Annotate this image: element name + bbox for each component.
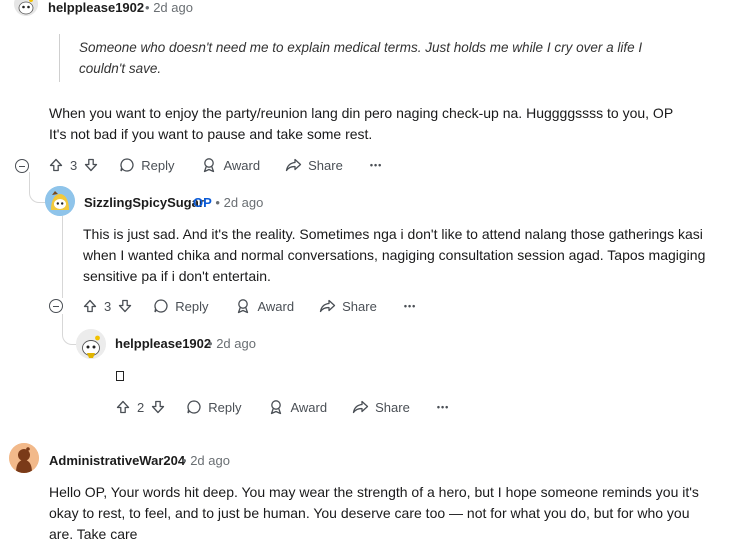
thread-elbow-reply-1: [29, 172, 46, 203]
comment-meta: • 2d ago: [182, 453, 230, 468]
comment-author[interactable]: helpplease1902: [115, 336, 211, 351]
share-button[interactable]: Share: [285, 157, 343, 173]
reply-button[interactable]: Reply: [186, 399, 241, 415]
avatar[interactable]: [9, 443, 39, 473]
more-options-button[interactable]: •••: [437, 402, 449, 412]
comment-author[interactable]: SizzlingSpicySugar: [84, 195, 204, 210]
collapse-thread-button[interactable]: [49, 299, 63, 313]
reply-button[interactable]: Reply: [119, 157, 174, 173]
downvote-icon: [152, 400, 165, 414]
share-label: Share: [342, 298, 377, 314]
thread-line-reply-1: [62, 216, 63, 298]
avatar[interactable]: [45, 186, 75, 216]
award-label: Award: [257, 298, 295, 314]
comment-line: are. Take care: [49, 526, 138, 542]
share-icon: [352, 400, 369, 414]
comment-line: When you want to enjoy the party/reunion…: [49, 105, 674, 121]
award-label: Award: [223, 157, 261, 173]
more-options-button[interactable]: •••: [404, 301, 416, 311]
separator-dot: •: [182, 453, 187, 468]
downvote-button[interactable]: [151, 400, 165, 414]
separator-dot: •: [215, 195, 220, 210]
comment-timestamp[interactable]: 2d ago: [153, 0, 193, 15]
upvote-icon: [49, 158, 63, 172]
share-button[interactable]: Share: [352, 399, 410, 415]
avatar[interactable]: [76, 329, 106, 359]
comment-line: sensitive pa if i don't entertain.: [83, 268, 271, 284]
vote-count: 3: [104, 298, 112, 314]
upvote-button[interactable]: [49, 158, 63, 172]
vote-count: 3: [70, 157, 78, 173]
comment-actions: 2 Reply Award Share •••: [116, 395, 449, 419]
collapse-thread-button[interactable]: [15, 159, 29, 173]
unsupported-emoji-glyph: [116, 371, 124, 381]
snoo-avatar-icon: [45, 186, 75, 216]
award-icon: [204, 158, 215, 173]
reply-label: Reply: [175, 298, 209, 314]
upvote-icon: [83, 299, 97, 313]
comment-line: okay to rest, to feel, and to just be hu…: [49, 505, 690, 521]
reply-bubble-icon: [154, 299, 168, 313]
upvote-button[interactable]: [116, 400, 130, 414]
share-icon: [285, 158, 302, 172]
award-label: Award: [290, 399, 328, 415]
comment-timestamp[interactable]: 2d ago: [216, 336, 256, 351]
comment-line: This is just sad. And it's the reality. …: [83, 226, 703, 242]
downvote-button[interactable]: [118, 299, 132, 313]
award-icon: [271, 400, 282, 415]
upvote-button[interactable]: [83, 299, 97, 313]
comment-actions: 3 Reply Award Share •••: [83, 294, 416, 318]
avatar[interactable]: [14, 0, 38, 16]
op-badge: OP: [193, 195, 212, 210]
comment-line: Hello OP, Your words hit deep. You may w…: [49, 484, 699, 500]
more-options-button[interactable]: •••: [370, 160, 382, 170]
snoo-avatar-icon: [9, 443, 39, 473]
comment-author[interactable]: helpplease1902: [48, 0, 144, 15]
award-button[interactable]: Award: [235, 298, 294, 314]
comment-author[interactable]: AdministrativeWar204: [49, 453, 185, 468]
reply-label: Reply: [141, 157, 175, 173]
award-icon: [238, 299, 249, 314]
comment-meta: • 2d ago: [145, 0, 193, 15]
comment-line: when I wanted chika and normal conversat…: [83, 247, 706, 263]
award-button[interactable]: Award: [268, 399, 327, 415]
comment-actions: 3 Reply Award Share •••: [49, 153, 382, 177]
snoo-avatar-icon: [76, 329, 106, 359]
reply-bubble-icon: [187, 400, 201, 414]
share-icon: [319, 299, 336, 313]
comment-body: Hello OP, Your words hit deep. You may w…: [49, 482, 744, 545]
downvote-icon: [119, 299, 132, 313]
comment-body: This is just sad. And it's the reality. …: [83, 224, 743, 287]
comment-meta: • 2d ago: [208, 336, 256, 351]
vote-count: 2: [137, 399, 145, 415]
snoo-avatar-icon: [14, 0, 38, 16]
comment-body: When you want to enjoy the party/reunion…: [49, 103, 739, 145]
share-label: Share: [308, 157, 343, 173]
share-label: Share: [375, 399, 410, 415]
comment-line: It's not bad if you want to pause and ta…: [49, 126, 373, 142]
downvote-icon: [85, 158, 98, 172]
separator-dot: •: [208, 336, 213, 351]
downvote-button[interactable]: [84, 158, 98, 172]
quote-bar: [59, 34, 60, 82]
comment-meta: OP • 2d ago: [193, 195, 263, 210]
reply-label: Reply: [208, 399, 242, 415]
upvote-icon: [116, 400, 130, 414]
separator-dot: •: [145, 0, 150, 15]
award-button[interactable]: Award: [201, 157, 260, 173]
comment-timestamp[interactable]: 2d ago: [190, 453, 230, 468]
thread-elbow-reply-2: [62, 314, 77, 345]
reply-bubble-icon: [120, 158, 134, 172]
share-button[interactable]: Share: [319, 298, 377, 314]
comment-timestamp[interactable]: 2d ago: [224, 195, 264, 210]
quoted-text: Someone who doesn't need me to explain m…: [79, 40, 643, 76]
reply-button[interactable]: Reply: [153, 298, 208, 314]
